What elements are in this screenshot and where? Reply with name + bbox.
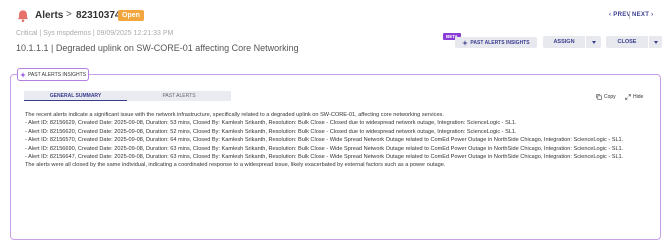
hide-icon [625, 94, 631, 100]
assign-label: ASSIGN [553, 39, 575, 45]
chevron-left-icon: ‹ [609, 12, 612, 18]
summary-item: - Alert ID: 82156690, Created Date: 2025… [25, 145, 624, 152]
breadcrumb-separator: > [66, 9, 72, 20]
nav-divider [629, 11, 630, 19]
summary-item: - Alert ID: 82156620, Created Date: 2025… [25, 128, 517, 135]
close-button[interactable]: CLOSE [606, 36, 648, 48]
status-badge: Open [118, 10, 144, 21]
past-alerts-insights-label: PAST ALERTS INSIGHTS [470, 39, 530, 46]
alert-title: 10.1.1.1 | Degraded uplink on SW-CORE-01… [16, 43, 299, 53]
summary-item: - Alert ID: 82156629, Created Date: 2025… [25, 120, 517, 127]
copy-label: Copy [604, 94, 616, 100]
alert-header: Alerts > 82310374 Open ‹ PREV NEXT › Cri… [0, 0, 670, 66]
general-summary-content: The recent alerts indicate a significant… [25, 111, 655, 170]
prev-button[interactable]: ‹ PREV [609, 12, 631, 18]
insights-panel-tag[interactable]: PAST ALERTS INSIGHTS [17, 68, 89, 81]
hide-button[interactable]: Hide [625, 94, 643, 100]
summary-item: - Alert ID: 82156647, Created Date: 2025… [25, 154, 624, 161]
sparkle-icon [19, 71, 26, 78]
breadcrumb-alerts[interactable]: Alerts [35, 10, 63, 21]
insights-panel-tag-label: PAST ALERTS INSIGHTS [27, 71, 87, 78]
tab-general-summary[interactable]: GENERAL SUMMARY [24, 91, 127, 101]
copy-icon [596, 94, 602, 100]
sparkle-icon [462, 39, 469, 46]
close-dropdown-button[interactable] [649, 36, 662, 48]
next-button[interactable]: NEXT › [632, 12, 653, 18]
summary-intro: The recent alerts indicate a significant… [25, 112, 444, 118]
copy-button[interactable]: Copy [596, 94, 616, 100]
close-label: CLOSE [617, 39, 637, 45]
alert-meta: Critical | Sys mspdemos | 09/09/2025 12:… [16, 30, 174, 37]
chevron-right-icon: › [651, 12, 654, 18]
next-label: NEXT [632, 12, 650, 18]
assign-button[interactable]: ASSIGN [543, 36, 585, 48]
hide-label: Hide [633, 94, 644, 100]
caret-down-icon [591, 40, 596, 44]
tab-past-alerts[interactable]: PAST ALERTS [127, 91, 231, 101]
insights-tabs: GENERAL SUMMARY PAST ALERTS [24, 91, 231, 101]
alert-id: 82310374 [76, 10, 121, 21]
summary-outro: The alerts were all closed by the same i… [25, 162, 446, 169]
summary-item: - Alert ID: 82156570, Created Date: 2025… [25, 137, 624, 144]
bell-icon [17, 10, 29, 22]
assign-dropdown-button[interactable] [586, 36, 601, 48]
caret-down-icon [653, 40, 658, 44]
past-alerts-insights-button[interactable]: PAST ALERTS INSIGHTS [455, 37, 537, 48]
